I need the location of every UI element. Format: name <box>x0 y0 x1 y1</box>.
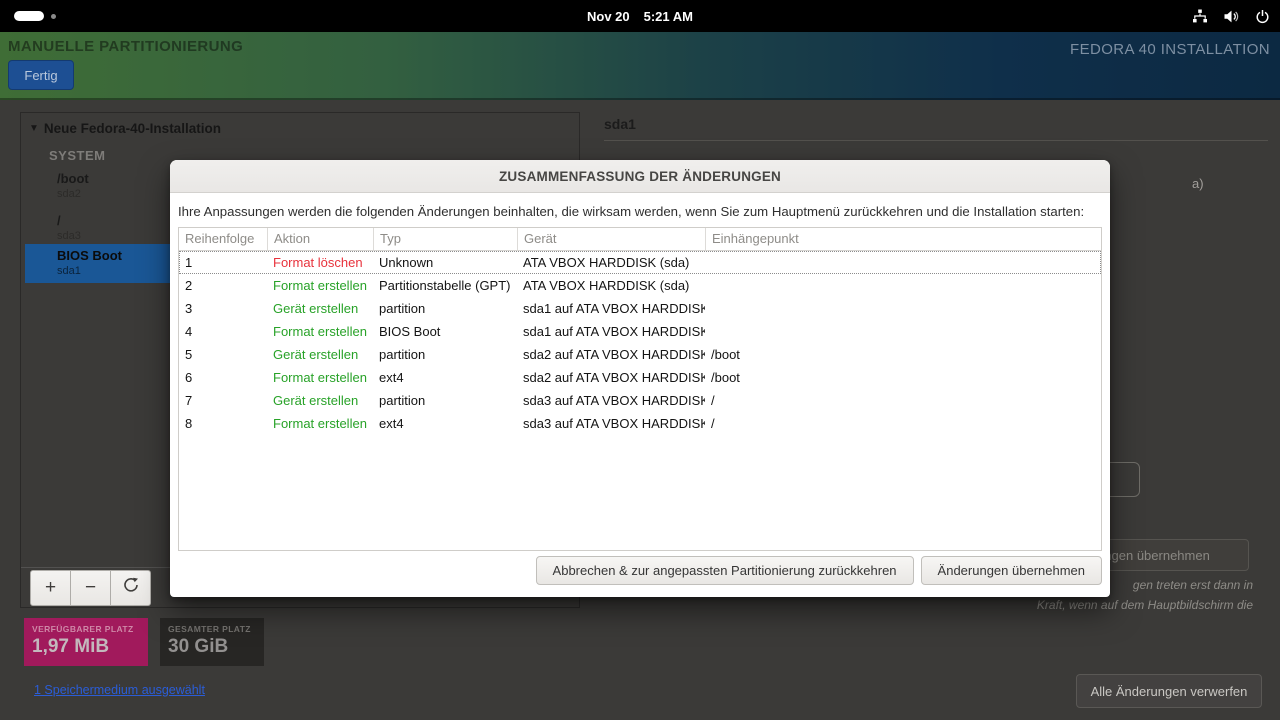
cell-mountpoint <box>705 251 1101 274</box>
cell-device: ATA VBOX HARDDISK (sda) <box>517 251 705 274</box>
cell-order: 2 <box>179 274 267 297</box>
reload-button[interactable] <box>110 570 151 606</box>
available-space-label: VERFÜGBARER PLATZ <box>32 624 140 634</box>
changes-table: ReihenfolgeAktionTypGerätEinhängepunkt 1… <box>178 227 1102 551</box>
cell-action: Format löschen <box>267 251 373 274</box>
gnome-top-bar: Nov 20 5:21 AM <box>0 0 1280 32</box>
cell-mountpoint: /boot <box>705 366 1101 389</box>
cell-mountpoint <box>705 274 1101 297</box>
cell-order: 7 <box>179 389 267 412</box>
table-row[interactable]: 2Format erstellenPartitionstabelle (GPT)… <box>179 274 1101 297</box>
changes-table-body: 1Format löschenUnknownATA VBOX HARDDISK … <box>179 251 1101 435</box>
product-label: FEDORA 40 INSTALLATION <box>1070 41 1270 58</box>
cell-mountpoint <box>705 320 1101 343</box>
device-title: sda1 <box>604 116 636 132</box>
installer-header: MANUELLE PARTITIONIERUNG FEDORA 40 INSTA… <box>0 32 1280 100</box>
clock-date: Nov 20 <box>587 9 630 24</box>
cell-device: sda2 auf ATA VBOX HARDDISK <box>517 366 705 389</box>
clipped-device-text: a) <box>1192 176 1204 191</box>
cell-action: Format erstellen <box>267 366 373 389</box>
available-space-box: VERFÜGBARER PLATZ 1,97 MiB <box>24 618 148 666</box>
accordion-root-label: Neue Fedora-40-Installation <box>44 121 221 136</box>
table-row[interactable]: 7Gerät erstellenpartitionsda3 auf ATA VB… <box>179 389 1101 412</box>
cell-action: Format erstellen <box>267 412 373 435</box>
cell-type: Partitionstabelle (GPT) <box>373 274 517 297</box>
dialog-description: Ihre Anpassungen werden die folgenden Än… <box>178 204 1102 219</box>
cell-type: partition <box>373 389 517 412</box>
column-header: Einhängepunkt <box>705 228 1101 250</box>
cell-type: partition <box>373 343 517 366</box>
dialog-title: ZUSAMMENFASSUNG DER ÄNDERUNGEN <box>499 169 781 184</box>
cell-order: 6 <box>179 366 267 389</box>
settings-note-line2: Kraft, wenn auf dem Hauptbildschirm die <box>1037 598 1253 612</box>
section-label-system: SYSTEM <box>49 148 105 163</box>
cell-type: ext4 <box>373 412 517 435</box>
volume-icon[interactable] <box>1223 9 1240 24</box>
cancel-return-button[interactable]: Abbrechen & zur angepassten Partitionier… <box>536 556 914 585</box>
cell-device: sda3 auf ATA VBOX HARDDISK <box>517 412 705 435</box>
done-button[interactable]: Fertig <box>8 60 74 90</box>
accordion-root[interactable]: ▼ Neue Fedora-40-Installation <box>29 121 221 136</box>
cell-order: 5 <box>179 343 267 366</box>
table-row[interactable]: 1Format löschenUnknownATA VBOX HARDDISK … <box>179 251 1101 274</box>
total-space-box: GESAMTER PLATZ 30 GiB <box>160 618 264 666</box>
cell-mountpoint: / <box>705 389 1101 412</box>
clock[interactable]: Nov 20 5:21 AM <box>0 0 1280 32</box>
table-row[interactable]: 3Gerät erstellenpartitionsda1 auf ATA VB… <box>179 297 1101 320</box>
table-row[interactable]: 6Format erstellenext4sda2 auf ATA VBOX H… <box>179 366 1101 389</box>
dialog-titlebar[interactable]: ZUSAMMENFASSUNG DER ÄNDERUNGEN <box>170 160 1110 193</box>
discard-all-changes-button[interactable]: Alle Änderungen verwerfen <box>1076 674 1262 708</box>
page-title: MANUELLE PARTITIONIERUNG <box>8 38 243 55</box>
cell-device: sda1 auf ATA VBOX HARDDISK <box>517 297 705 320</box>
cell-device: ATA VBOX HARDDISK (sda) <box>517 274 705 297</box>
total-space-value: 30 GiB <box>168 636 256 658</box>
cell-type: Unknown <box>373 251 517 274</box>
cell-type: partition <box>373 297 517 320</box>
column-header: Gerät <box>517 228 705 250</box>
cell-device: sda2 auf ATA VBOX HARDDISK <box>517 343 705 366</box>
column-header: Typ <box>373 228 517 250</box>
settings-note-line1: gen treten erst dann in <box>1133 578 1253 592</box>
cell-type: BIOS Boot <box>373 320 517 343</box>
cell-mountpoint: /boot <box>705 343 1101 366</box>
cell-order: 4 <box>179 320 267 343</box>
cell-type: ext4 <box>373 366 517 389</box>
network-icon[interactable] <box>1192 9 1208 24</box>
expander-triangle-icon: ▼ <box>29 123 39 134</box>
cell-mountpoint <box>705 297 1101 320</box>
column-header: Aktion <box>267 228 373 250</box>
dialog-action-area: Abbrechen & zur angepassten Partitionier… <box>536 556 1102 585</box>
device-title-divider <box>604 140 1268 141</box>
cell-mountpoint: / <box>705 412 1101 435</box>
table-row[interactable]: 8Format erstellenext4sda3 auf ATA VBOX H… <box>179 412 1101 435</box>
table-row[interactable]: 4Format erstellenBIOS Bootsda1 auf ATA V… <box>179 320 1101 343</box>
refresh-icon <box>123 577 139 599</box>
installer-screen: Nov 20 5:21 AM <box>0 0 1280 720</box>
system-tray[interactable] <box>1192 0 1270 32</box>
selected-disks-link[interactable]: 1 Speichermedium ausgewählt <box>34 683 205 697</box>
power-icon[interactable] <box>1255 9 1270 24</box>
cell-action: Gerät erstellen <box>267 389 373 412</box>
clock-time: 5:21 AM <box>644 9 693 24</box>
cell-order: 1 <box>179 251 267 274</box>
table-row[interactable]: 5Gerät erstellenpartitionsda2 auf ATA VB… <box>179 343 1101 366</box>
cell-action: Gerät erstellen <box>267 297 373 320</box>
cell-order: 3 <box>179 297 267 320</box>
changes-table-header: ReihenfolgeAktionTypGerätEinhängepunkt <box>179 228 1101 251</box>
cell-device: sda3 auf ATA VBOX HARDDISK <box>517 389 705 412</box>
accept-changes-button[interactable]: Änderungen übernehmen <box>921 556 1102 585</box>
summary-of-changes-dialog: ZUSAMMENFASSUNG DER ÄNDERUNGEN Ihre Anpa… <box>170 160 1110 597</box>
add-partition-button[interactable]: + <box>30 570 71 606</box>
available-space-value: 1,97 MiB <box>32 636 140 658</box>
remove-partition-button[interactable]: − <box>70 570 111 606</box>
cell-order: 8 <box>179 412 267 435</box>
cell-action: Format erstellen <box>267 274 373 297</box>
column-header: Reihenfolge <box>179 228 267 250</box>
total-space-label: GESAMTER PLATZ <box>168 624 256 634</box>
cell-action: Format erstellen <box>267 320 373 343</box>
cell-action: Gerät erstellen <box>267 343 373 366</box>
cell-device: sda1 auf ATA VBOX HARDDISK <box>517 320 705 343</box>
